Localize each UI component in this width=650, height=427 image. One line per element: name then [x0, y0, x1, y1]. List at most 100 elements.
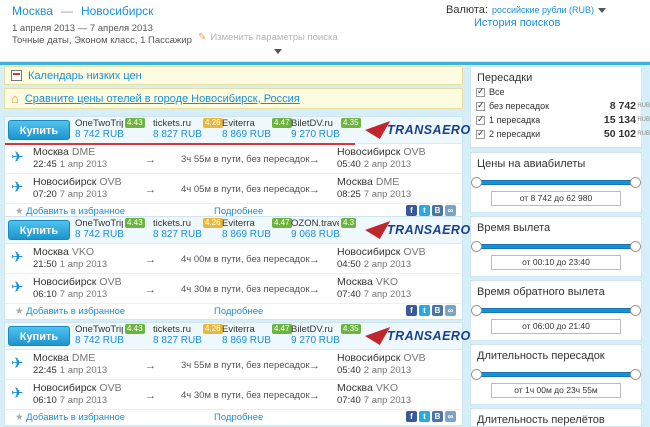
vkontakte-icon[interactable]: В	[432, 305, 443, 316]
link-icon[interactable]: ∞	[445, 305, 456, 316]
facebook-icon[interactable]: f	[406, 305, 417, 316]
dropdown-arrow-icon[interactable]	[598, 7, 607, 13]
route-to[interactable]: Новосибирск	[81, 4, 153, 18]
link-icon[interactable]: ∞	[445, 411, 456, 422]
agent-name[interactable]: Eviterra	[222, 218, 270, 229]
agent-price[interactable]: 8 869 RUB	[222, 229, 271, 240]
details-link[interactable]: Подробнее	[214, 306, 263, 317]
agent-offer[interactable]: Eviterra 4.47 8 869 RUB	[222, 218, 292, 242]
arrow-right-icon: →	[145, 254, 156, 266]
agent-price[interactable]: 8 742 RUB	[75, 229, 124, 240]
route-from[interactable]: Москва	[12, 4, 53, 18]
low-price-calendar-banner[interactable]: Календарь низких цен	[4, 66, 463, 85]
hotel-compare-link[interactable]: Сравните цены отелей в городе Новосибирс…	[25, 93, 300, 105]
return-max-handle[interactable]	[630, 305, 641, 316]
checkbox[interactable]	[476, 128, 485, 139]
edit-search-link[interactable]: ✎ Изменить параметры поиска	[198, 32, 338, 43]
checkbox[interactable]	[476, 114, 485, 125]
agent-name[interactable]: OZON.travel	[291, 218, 339, 229]
agent-price[interactable]: 8 827 RUB	[153, 129, 202, 140]
price-min-handle[interactable]	[471, 177, 482, 188]
agent-name[interactable]: BiletDV.ru	[291, 324, 339, 335]
chevron-down-icon[interactable]	[274, 49, 282, 54]
layover-max-handle[interactable]	[630, 369, 641, 380]
agent-offer[interactable]: OneTwoTrip 4.43 8 742 RUB	[75, 218, 145, 242]
departure-min-handle[interactable]	[471, 241, 482, 252]
vkontakte-icon[interactable]: В	[432, 205, 443, 216]
add-to-favorites-link[interactable]: ★ Добавить в избранное	[15, 412, 125, 423]
agent-price[interactable]: 8 827 RUB	[153, 229, 202, 240]
agent-offer[interactable]: OneTwoTrip 4.43 8 742 RUB	[75, 118, 145, 142]
buy-button[interactable]: Купить	[8, 326, 70, 346]
currency-value[interactable]: российские рубли (RUB)	[492, 5, 594, 15]
agent-price[interactable]: 8 827 RUB	[153, 335, 202, 346]
agent-offer[interactable]: Eviterra 4.47 8 869 RUB	[222, 118, 292, 142]
return-time-title: Время обратного вылета	[477, 286, 605, 298]
stops-option[interactable]: 2 пересадки 50 102RUB	[476, 128, 650, 141]
card-footer: ★ Добавить в избранное Подробнее f t В ∞	[5, 410, 462, 425]
flight-result-card: Купить OneTwoTrip 4.43 8 742 RUB tickets.ru 4…	[4, 216, 470, 320]
stops-option[interactable]: без пересадок 8 742RUB	[476, 100, 650, 113]
agent-name[interactable]: OneTwoTrip	[75, 118, 123, 129]
stops-option[interactable]: 1 пересадка 15 134RUB	[476, 114, 650, 127]
agent-price[interactable]: 9 270 RUB	[291, 129, 340, 140]
agent-price[interactable]: 9 270 RUB	[291, 335, 340, 346]
agent-name[interactable]: OneTwoTrip	[75, 218, 123, 229]
return-min-handle[interactable]	[471, 305, 482, 316]
flight-segment[interactable]: ✈ Новосибирск OVB 06:10 7 апр 2013 → 4ч 30м в …	[5, 380, 462, 410]
stops-option-label: 1 пересадка	[489, 115, 541, 125]
agent-offer[interactable]: tickets.ru 4.26 8 827 RUB	[153, 118, 223, 142]
agent-offer[interactable]: OneTwoTrip 4.43 8 742 RUB	[75, 324, 145, 348]
agent-price[interactable]: 8 869 RUB	[222, 335, 271, 346]
agent-offer[interactable]: BiletDV.ru 4.35 9 270 RUB	[291, 324, 361, 348]
agent-price[interactable]: 9 068 RUB	[291, 229, 340, 240]
agent-offer[interactable]: Eviterra 4.47 8 869 RUB	[222, 324, 292, 348]
price-max-handle[interactable]	[630, 177, 641, 188]
twitter-icon[interactable]: t	[419, 411, 430, 422]
link-icon[interactable]: ∞	[445, 205, 456, 216]
flight-segment[interactable]: ✈ Москва DME 22:45 1 апр 2013 → 3ч 55м в пути,…	[5, 350, 462, 380]
twitter-icon[interactable]: t	[419, 205, 430, 216]
flight-result-card: Купить OneTwoTrip 4.43 8 742 RUB tickets.ru 4…	[4, 322, 470, 426]
agent-name[interactable]: Eviterra	[222, 324, 270, 335]
hotel-compare-banner[interactable]: ⌂ Сравните цены отелей в городе Новосиби…	[4, 88, 463, 109]
departure-time-slider[interactable]	[471, 241, 641, 252]
flight-segment[interactable]: ✈ Москва VKO 21:50 1 апр 2013 → 4ч 00м в пути,…	[5, 244, 462, 274]
checkbox[interactable]	[476, 86, 485, 97]
add-to-favorites-link[interactable]: ★ Добавить в избранное	[15, 306, 125, 317]
flight-segment[interactable]: ✈ Новосибирск OVB 06:10 7 апр 2013 → 4ч 30м в …	[5, 274, 462, 304]
agent-name[interactable]: tickets.ru	[153, 324, 201, 335]
facebook-icon[interactable]: f	[406, 411, 417, 422]
facebook-icon[interactable]: f	[406, 205, 417, 216]
vkontakte-icon[interactable]: В	[432, 411, 443, 422]
agent-offer[interactable]: BiletDV.ru 4.35 9 270 RUB	[291, 118, 361, 142]
agent-name[interactable]: tickets.ru	[153, 118, 201, 129]
checkbox[interactable]	[476, 100, 485, 111]
agent-offer[interactable]: tickets.ru 4.26 8 827 RUB	[153, 324, 223, 348]
agent-offer[interactable]: OZON.travel 4.3 9 068 RUB	[291, 218, 359, 242]
agent-offer[interactable]: tickets.ru 4.26 8 827 RUB	[153, 218, 223, 242]
return-time-slider[interactable]	[471, 305, 641, 316]
agent-price[interactable]: 8 869 RUB	[222, 129, 271, 140]
twitter-icon[interactable]: t	[419, 305, 430, 316]
agent-name[interactable]: tickets.ru	[153, 218, 201, 229]
layover-min-handle[interactable]	[471, 369, 482, 380]
details-link[interactable]: Подробнее	[214, 412, 263, 423]
agent-name[interactable]: BiletDV.ru	[291, 118, 339, 129]
agent-name[interactable]: Eviterra	[222, 118, 270, 129]
arrival-city: Новосибирск OVB	[337, 352, 426, 364]
stops-option[interactable]: Все	[476, 86, 648, 99]
flight-segment[interactable]: ✈ Новосибирск OVB 07:20 7 апр 2013 → 4ч 05м в …	[5, 174, 462, 204]
agent-price[interactable]: 8 742 RUB	[75, 335, 124, 346]
currency-selector[interactable]: Валюта: российские рубли (RUB)	[446, 4, 607, 16]
agent-name[interactable]: OneTwoTrip	[75, 324, 123, 335]
buy-button[interactable]: Купить	[8, 220, 70, 240]
departure-max-handle[interactable]	[630, 241, 641, 252]
low-price-calendar-link[interactable]: Календарь низких цен	[28, 70, 142, 82]
price-slider[interactable]	[471, 177, 641, 188]
buy-button[interactable]: Купить	[8, 120, 70, 140]
agent-price[interactable]: 8 742 RUB	[75, 129, 124, 140]
layover-duration-slider[interactable]	[471, 369, 641, 380]
flight-segment[interactable]: ✈ Москва DME 22:45 1 апр 2013 → 3ч 55м в пути,…	[5, 144, 462, 174]
search-history-link[interactable]: История поисков	[474, 17, 560, 29]
